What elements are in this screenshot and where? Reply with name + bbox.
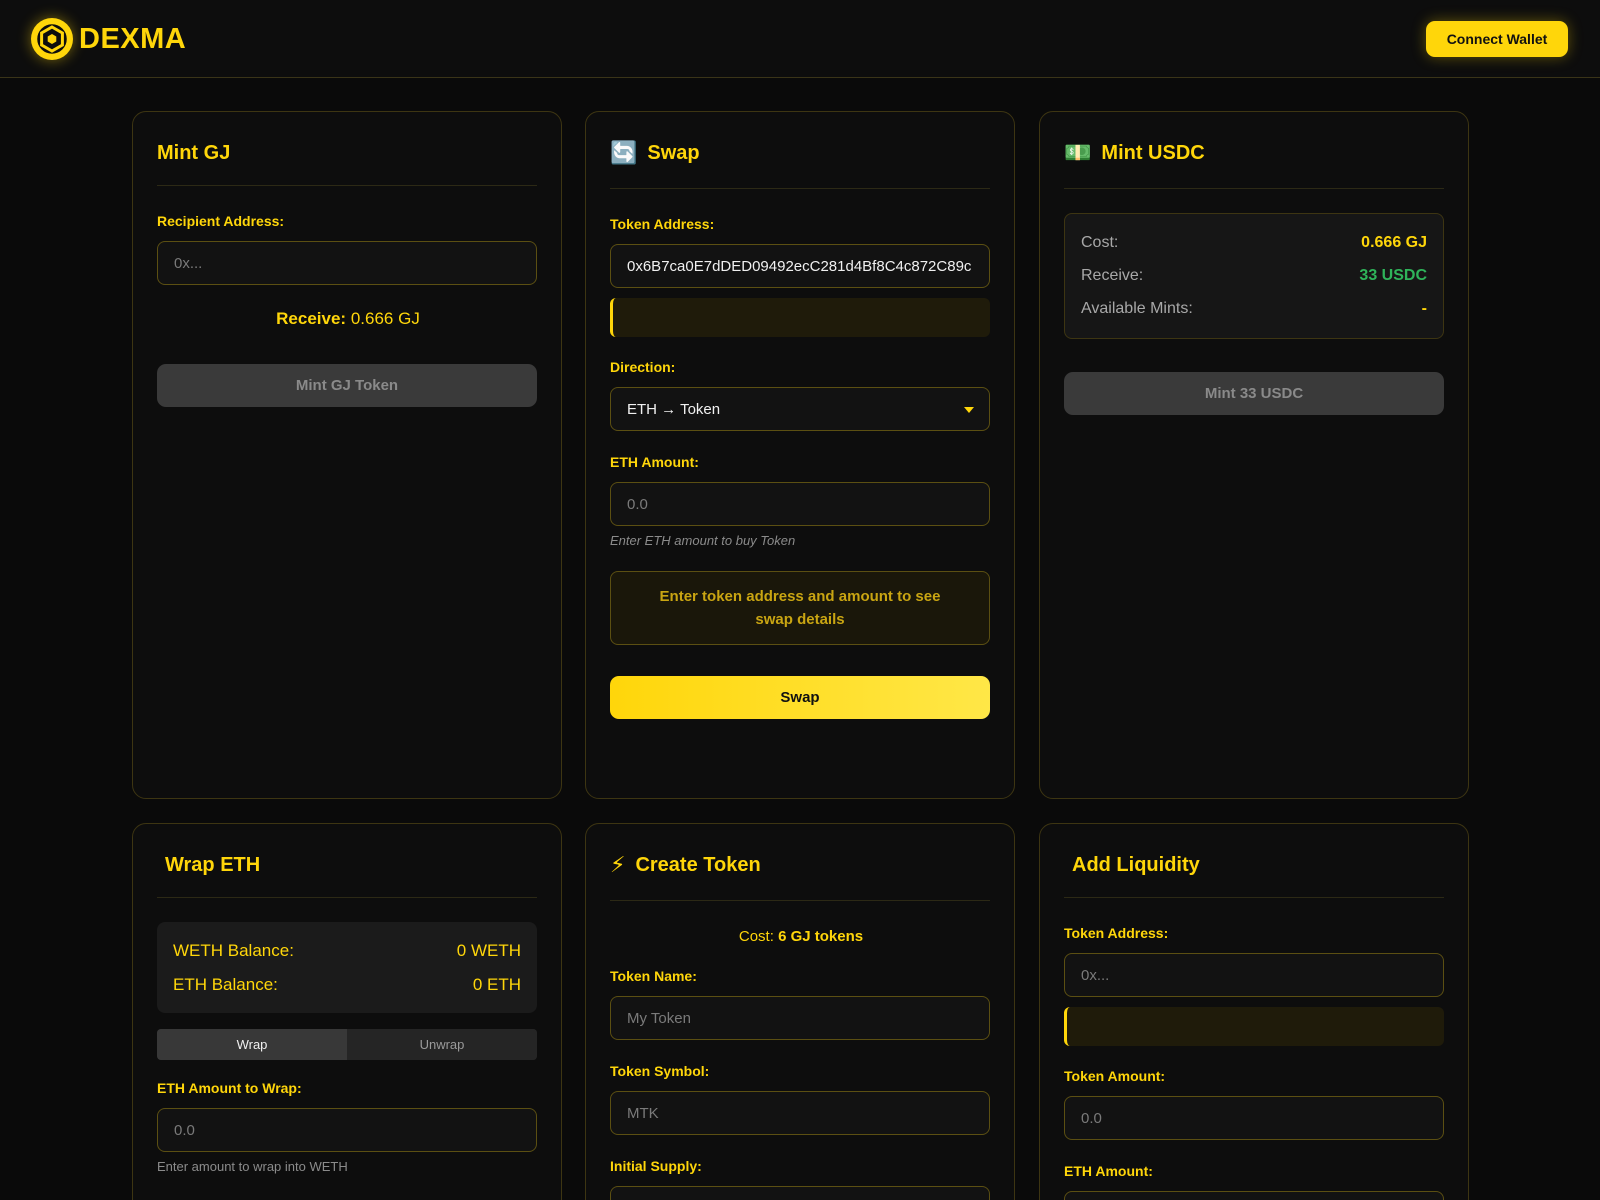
- initial-supply-label: Initial Supply:: [610, 1158, 702, 1174]
- weth-balance-label: WETH Balance:: [173, 941, 294, 960]
- eth-amount-label: ETH Amount:: [610, 454, 699, 470]
- mint-usdc-button[interactable]: Mint 33 USDC: [1064, 372, 1444, 415]
- cost-value: 6 GJ tokens: [778, 928, 864, 945]
- balances-box: WETH Balance: 0 WETH ETH Balance: 0 ETH: [157, 922, 537, 1013]
- token-symbol-input[interactable]: [610, 1091, 990, 1135]
- recipient-address-input[interactable]: [157, 241, 537, 285]
- weth-balance-value: 0 WETH: [456, 941, 521, 960]
- receive-label: Receive:: [1081, 267, 1144, 284]
- wrap-amount-hint: Enter amount to wrap into WETH: [157, 1159, 348, 1174]
- swap-arrows-icon: 🔄: [610, 140, 638, 165]
- tab-wrap[interactable]: Wrap: [157, 1029, 347, 1060]
- receive-value: 33 USDC: [1359, 267, 1427, 284]
- divider: [157, 185, 537, 186]
- direction-select[interactable]: ETH → Token: [610, 387, 990, 431]
- available-mints-value: -: [1421, 300, 1427, 317]
- eth-amount-label: ETH Amount:: [1064, 1163, 1153, 1179]
- eth-amount-input[interactable]: [610, 482, 990, 526]
- receive-value: 0.666 GJ: [350, 309, 420, 328]
- direction-label: Direction:: [610, 359, 676, 375]
- card-title: 💵 Mint USDC: [1064, 140, 1205, 166]
- tab-unwrap[interactable]: Unwrap: [347, 1029, 537, 1060]
- direction-value: ETH → Token: [627, 400, 721, 418]
- card-title-text: Swap: [647, 141, 700, 164]
- eth-balance-value: 0 ETH: [472, 975, 521, 994]
- mint-gj-card: Mint GJ Recipient Address: Receive: 0.66…: [132, 111, 562, 799]
- swap-button[interactable]: Swap: [610, 676, 990, 719]
- money-icon: 💵: [1064, 140, 1092, 165]
- mint-gj-token-button[interactable]: Mint GJ Token: [157, 364, 537, 407]
- receive-label: Receive:: [276, 309, 347, 328]
- hexagon-logo-icon: [31, 18, 73, 60]
- token-info-bar: [610, 298, 990, 337]
- liquidity-eth-amount-input[interactable]: [1064, 1191, 1444, 1200]
- wrap-eth-card: Wrap ETH WETH Balance: 0 WETH ETH Balanc…: [132, 823, 562, 1200]
- swap-details-notice: Enter token address and amount to see sw…: [610, 571, 990, 645]
- liquidity-token-address-input[interactable]: [1064, 953, 1444, 997]
- card-title: Mint GJ: [157, 142, 231, 164]
- mint-usdc-info: Cost: 0.666 GJ Receive: 33 USDC Availabl…: [1064, 213, 1444, 339]
- card-title: ⚡ Create Token: [610, 852, 761, 878]
- wrap-amount-input[interactable]: [157, 1108, 537, 1152]
- divider: [1064, 897, 1444, 898]
- token-address-input[interactable]: [610, 244, 990, 288]
- eth-balance-row: ETH Balance: 0 ETH: [173, 975, 521, 995]
- divider: [157, 897, 537, 898]
- card-title: Wrap ETH: [165, 854, 261, 876]
- swap-card: 🔄 Swap Token Address: Direction: ETH → T…: [585, 111, 1015, 799]
- available-mints-row: Available Mints: -: [1081, 300, 1427, 318]
- chevron-down-icon: [964, 407, 974, 413]
- create-token-card: ⚡ Create Token Cost: 6 GJ tokens Token N…: [585, 823, 1015, 1200]
- token-info-bar: [1064, 1007, 1444, 1046]
- token-amount-input[interactable]: [1064, 1096, 1444, 1140]
- token-name-input[interactable]: [610, 996, 990, 1040]
- cost-label: Cost:: [738, 928, 774, 945]
- divider: [610, 900, 990, 901]
- eth-amount-to-wrap-label: ETH Amount to Wrap:: [157, 1080, 302, 1096]
- card-title: Add Liquidity: [1072, 854, 1200, 876]
- receive-row: Receive: 33 USDC: [1081, 267, 1427, 285]
- brand-logo[interactable]: DEXMA: [31, 18, 186, 60]
- recipient-address-label: Recipient Address:: [157, 213, 285, 229]
- eth-balance-label: ETH Balance:: [173, 975, 278, 994]
- card-title: 🔄 Swap: [610, 140, 700, 166]
- token-amount-label: Token Amount:: [1064, 1068, 1166, 1084]
- card-title-text: Create Token: [635, 853, 761, 876]
- cost-value: 0.666 GJ: [1361, 234, 1427, 251]
- eth-amount-hint: Enter ETH amount to buy Token: [610, 533, 796, 548]
- app-header: DEXMA Connect Wallet: [0, 0, 1600, 78]
- create-token-cost: Cost: 6 GJ tokens: [586, 928, 1016, 945]
- token-address-label: Token Address:: [1064, 925, 1169, 941]
- cost-label: Cost:: [1081, 234, 1119, 251]
- token-symbol-label: Token Symbol:: [610, 1063, 710, 1079]
- available-mints-label: Available Mints:: [1081, 300, 1193, 317]
- token-name-label: Token Name:: [610, 968, 697, 984]
- weth-balance-row: WETH Balance: 0 WETH: [173, 941, 521, 961]
- card-title-text: Mint USDC: [1101, 141, 1205, 164]
- mint-usdc-card: 💵 Mint USDC Cost: 0.666 GJ Receive: 33 U…: [1039, 111, 1469, 799]
- brand-name: DEXMA: [79, 22, 187, 55]
- divider: [610, 188, 990, 189]
- connect-wallet-button[interactable]: Connect Wallet: [1426, 21, 1568, 57]
- lightning-icon: ⚡: [610, 852, 626, 877]
- divider: [1064, 188, 1444, 189]
- cost-row: Cost: 0.666 GJ: [1081, 234, 1427, 252]
- initial-supply-input[interactable]: [610, 1186, 990, 1200]
- add-liquidity-card: Add Liquidity Token Address: Token Amoun…: [1039, 823, 1469, 1200]
- receive-summary: Receive: 0.666 GJ: [133, 309, 563, 329]
- token-address-label: Token Address:: [610, 216, 715, 232]
- wrap-unwrap-toggle: Wrap Unwrap: [157, 1029, 537, 1060]
